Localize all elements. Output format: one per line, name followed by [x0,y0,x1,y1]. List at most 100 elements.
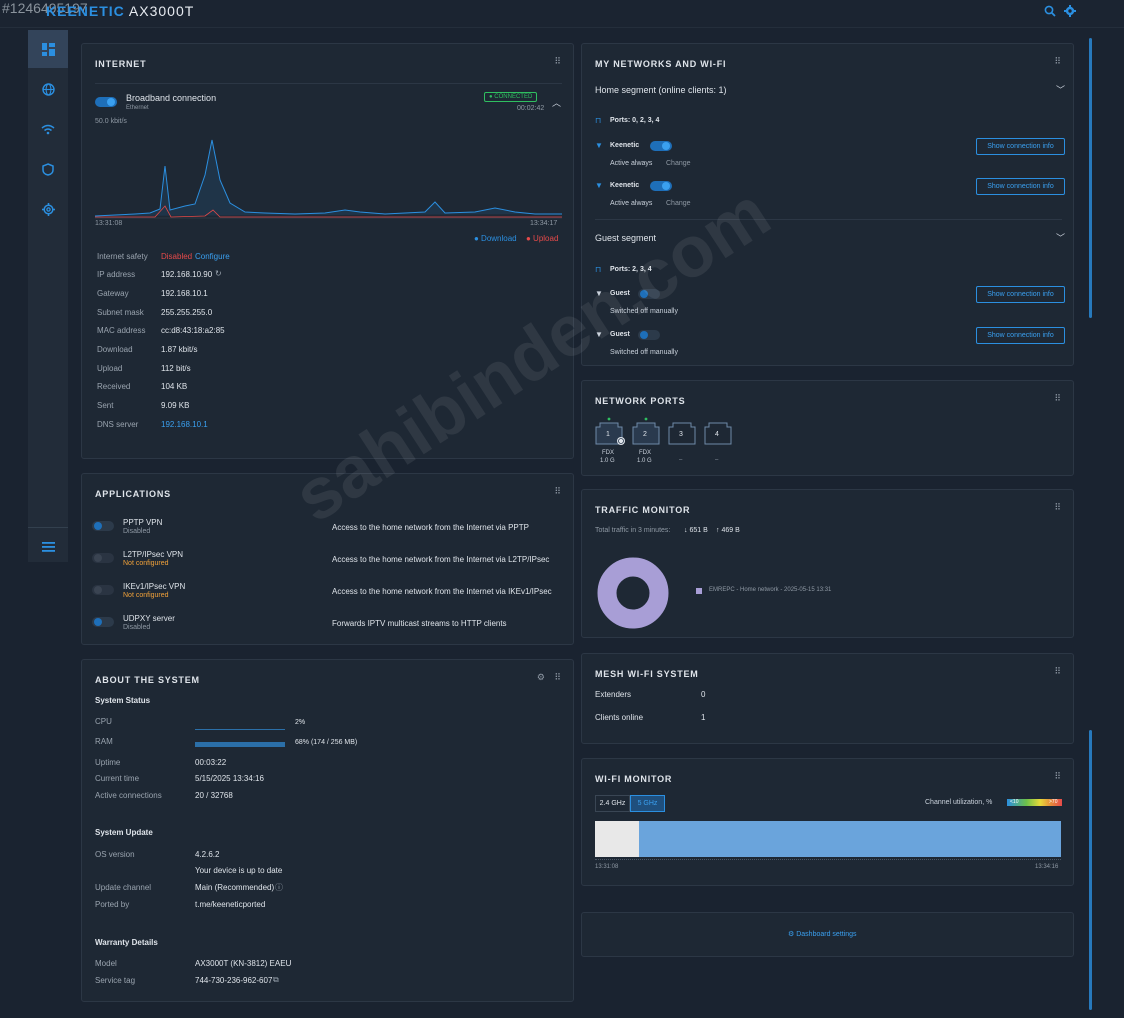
scrollbar-thumb[interactable] [1089,38,1092,318]
udpxy-toggle[interactable] [92,617,114,627]
tab-5ghz[interactable]: 5 GHz [630,795,665,812]
udpxy-status: Disabled [123,624,151,631]
current-time-label: Current time [95,774,140,783]
refresh-icon[interactable]: ↻ [215,269,222,278]
l2tp-status: Not configured [123,560,169,567]
search-icon[interactable] [1042,5,1058,21]
help-icon[interactable]: ⓘ [275,882,283,893]
ikev1-status: Not configured [123,592,169,599]
dns-value[interactable]: 192.168.10.1 [161,420,208,429]
ram-bar-fill [195,741,285,747]
service-tag-label: Service tag [95,976,136,985]
chevron-up-icon[interactable]: ︿ [552,96,561,109]
l2tp-toggle [92,553,114,563]
port-icon: ⊓ [595,265,602,274]
ram-value: 68% (174 / 256 MB) [295,739,358,746]
settings-gear-icon[interactable]: ⚙ [537,672,545,683]
wifi-util-bar [639,821,1061,857]
sent-value: 9.09 KB [161,401,190,410]
tab-2-4ghz[interactable]: 2.4 GHz [595,795,630,812]
show-connection-info-button[interactable]: Show connection info [976,286,1065,303]
drag-handle-icon[interactable]: ⠿ [554,672,561,683]
wifi-util-idle-bar [595,821,639,857]
port-speed-2: 1.0 G [637,458,652,464]
ports-diagram[interactable] [595,417,735,467]
pptp-name: PPTP VPN [123,518,163,527]
show-connection-info-button[interactable]: Show connection info [976,138,1065,155]
dns-label: DNS server [97,420,139,429]
globe-icon [41,82,55,96]
chevron-down-icon[interactable]: ﹀ [1056,83,1065,96]
shield-icon [42,162,54,176]
drag-handle-icon[interactable]: ⠿ [1054,56,1061,67]
service-tag-value: 744-730-236-962-607 [195,976,273,985]
dashboard-settings-card: ⚙ Dashboard settings [581,912,1074,957]
show-connection-info-button[interactable]: Show connection info [976,178,1065,195]
pptp-description: Access to the home network from the Inte… [332,523,529,532]
home-wifi-toggle-2[interactable] [650,181,672,191]
port-duplex-2: FDX [639,450,651,456]
extenders-label: Extenders [595,690,632,699]
copy-icon[interactable]: ⧉ [273,975,279,985]
received-label: Received [97,382,131,391]
sidebar-item-dashboard[interactable] [28,30,68,68]
drag-handle-icon[interactable]: ⠿ [1054,666,1061,677]
port-speed-3: – [679,457,683,463]
port-duplex-1: FDX [602,450,614,456]
port-icon: ⊓ [595,116,602,125]
pptp-toggle[interactable] [92,521,114,531]
guest-wifi-toggle-2[interactable] [638,330,660,340]
mac-label: MAC address [97,326,146,335]
drag-handle-icon[interactable]: ⠿ [1054,771,1061,782]
home-wifi-change-1[interactable]: Change [666,160,691,167]
drag-handle-icon[interactable]: ⠿ [1054,502,1061,513]
scrollbar-thumb-lower[interactable] [1089,730,1092,1010]
home-wifi-change-2[interactable]: Change [666,200,691,207]
gateway-value: 192.168.10.1 [161,289,208,298]
active-connections-label: Active connections [95,791,162,800]
applications-title: APPLICATIONS [95,489,171,499]
internet-safety-value: Disabled [161,252,193,261]
configure-link[interactable]: Configure [195,252,230,261]
ported-by-value: t.me/keeneticported [195,900,266,909]
internet-connection-toggle[interactable] [95,97,117,107]
chart-start-time: 13:31:08 [95,220,123,227]
sidebar-item-internet[interactable] [28,70,68,108]
show-connection-info-button[interactable]: Show connection info [976,327,1065,344]
drag-handle-icon[interactable]: ⠿ [1054,393,1061,404]
home-wifi-toggle-1[interactable] [650,141,672,151]
os-version-value: 4.2.6.2 [195,850,220,859]
guest-wifi-toggle-1[interactable] [638,289,660,299]
chevron-down-icon[interactable]: ﹀ [1056,231,1065,244]
internet-card: INTERNET ⠿ Broadband connection Ethernet… [81,43,574,459]
cpu-graph [195,723,285,729]
active-connections-value: 20 / 32768 [195,791,233,800]
dashboard-icon [41,42,55,56]
sidebar-item-wifi[interactable] [28,110,68,148]
subnet-value: 255.255.255.0 [161,308,213,317]
drag-handle-icon[interactable]: ⠿ [554,486,561,497]
gear-icon[interactable] [1062,5,1078,21]
sidebar-item-security[interactable] [28,150,68,188]
home-wifi-status-1: Active always [610,160,653,167]
port-number-3: 3 [679,431,683,438]
wifi-icon: ▼ [595,181,603,190]
received-value: 104 KB [161,382,188,391]
sidebar-item-management[interactable] [28,190,68,228]
port-number-1: 1 [606,431,610,438]
system-title: ABOUT THE SYSTEM [95,675,200,685]
system-update-heading: System Update [95,828,153,837]
ported-by-label: Ported by [95,900,130,909]
sidebar [28,30,68,562]
port-speed-1: 1.0 G [600,458,615,464]
mesh-title: MESH WI-FI SYSTEM [595,669,699,679]
brand-name: KEENETIC [46,3,125,19]
dashboard-settings-link[interactable]: ⚙ Dashboard settings [788,930,857,938]
traffic-legend-swatch [696,588,702,594]
sidebar-menu-button[interactable] [28,528,68,566]
traffic-monitor-card: TRAFFIC MONITOR ⠿ Total traffic in 3 min… [581,489,1074,638]
home-wifi-status-2: Active always [610,200,653,207]
port-number-2: 2 [643,431,647,438]
ikev1-name: IKEv1/IPsec VPN [123,582,186,591]
drag-handle-icon[interactable]: ⠿ [554,56,561,67]
